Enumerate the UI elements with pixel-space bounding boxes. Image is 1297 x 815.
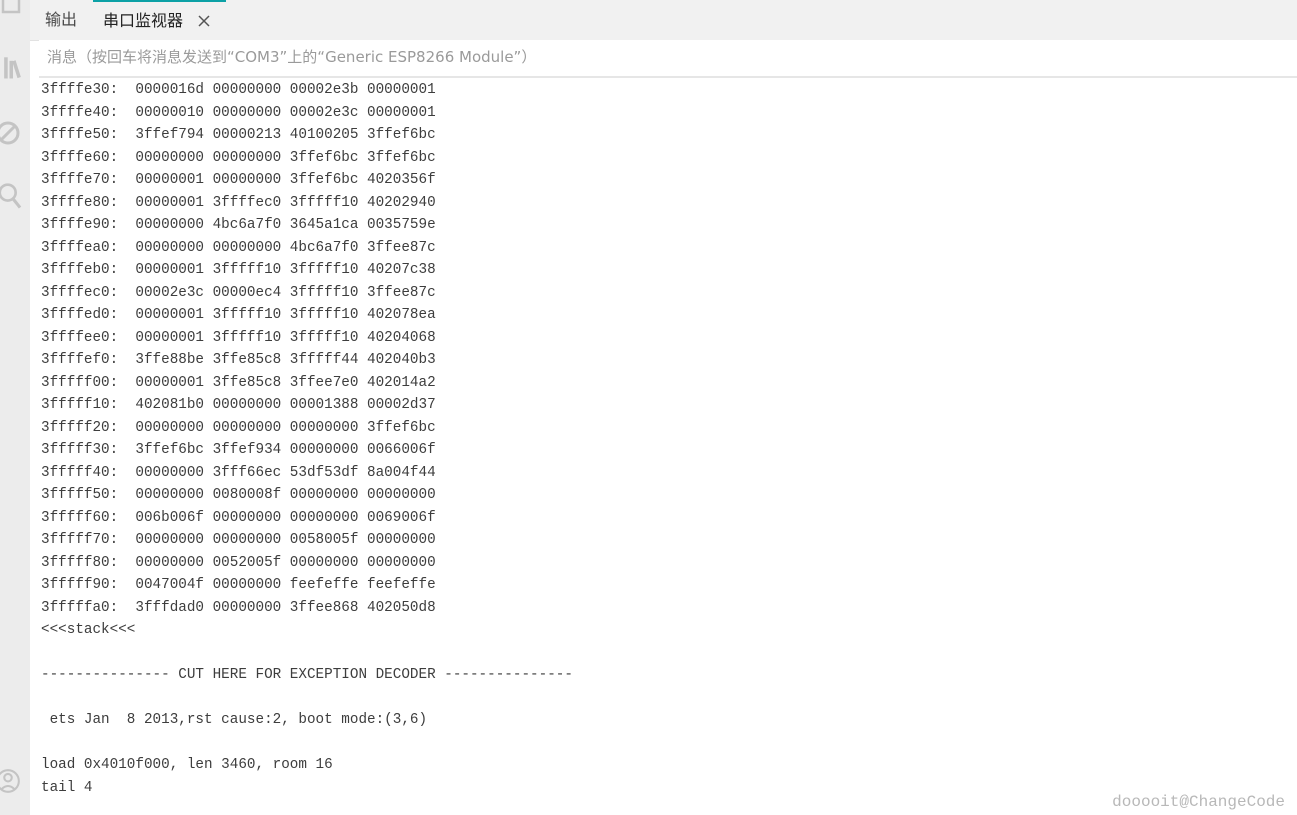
output-line: 3fffff40: 00000000 3fff66ec 53df53df 8a0… — [41, 464, 436, 481]
output-line: 3ffffe40: 00000010 00000000 00002e3c 000… — [41, 104, 436, 121]
output-line: 3ffffed0: 00000001 3fffff10 3fffff10 402… — [41, 307, 436, 323]
output-line: 3ffffee0: 00000001 3fffff10 3fffff10 402… — [41, 329, 436, 346]
output-line: 3fffffa0: 3fffdad0 00000000 3ffee868 402… — [41, 599, 436, 616]
tab-serial-monitor-label: 串口监视器 — [103, 11, 184, 30]
search-icon[interactable] — [0, 182, 26, 212]
output-line: tail 4 — [41, 779, 93, 796]
output-line: load 0x4010f000, len 3460, room 16 — [41, 757, 333, 773]
activity-bar — [0, 0, 30, 815]
watermark: dooooit@ChangeCode — [1112, 793, 1285, 811]
serial-monitor-window: 输出 串口监视器 3ffffe30: 0000016d 00000000 000… — [0, 0, 1297, 815]
output-line: 3ffffe30: 0000016d 00000000 00002e3b 000… — [41, 82, 436, 98]
output-line: 3fffff50: 00000000 0080008f 00000000 000… — [41, 487, 436, 503]
tab-serial-monitor[interactable]: 串口监视器 — [93, 0, 226, 40]
output-line: 3fffff90: 0047004f 00000000 feefeffe fee… — [41, 577, 436, 593]
close-icon[interactable] — [197, 14, 211, 28]
output-line: <<<stack<<< — [41, 622, 136, 638]
output-line: 3fffff80: 00000000 0052005f 00000000 000… — [41, 554, 436, 571]
output-line: 3ffffe80: 00000001 3ffffec0 3fffff10 402… — [41, 194, 436, 211]
output-line: 3ffffeb0: 00000001 3fffff10 3fffff10 402… — [41, 262, 436, 278]
panel-tab-bar: 输出 串口监视器 — [30, 0, 1297, 41]
output-line: --------------- CUT HERE FOR EXCEPTION D… — [41, 667, 573, 683]
tab-output-label: 输出 — [45, 10, 78, 29]
output-line: 3ffffea0: 00000000 00000000 4bc6a7f0 3ff… — [41, 239, 436, 256]
tab-output[interactable]: 输出 — [45, 0, 77, 40]
output-line: 3ffffe70: 00000001 00000000 3ffef6bc 402… — [41, 172, 436, 188]
output-line: 3fffff60: 006b006f 00000000 00000000 006… — [41, 509, 436, 526]
output-line: 3ffffef0: 3ffe88be 3ffe85c8 3fffff44 402… — [41, 352, 436, 368]
output-line: 3fffff00: 00000001 3ffe85c8 3ffee7e0 402… — [41, 374, 436, 391]
account-icon[interactable] — [0, 766, 26, 796]
output-line: 3fffff30: 3ffef6bc 3ffef934 00000000 006… — [41, 442, 436, 458]
message-input[interactable] — [39, 40, 1297, 74]
output-line: 3ffffe60: 00000000 00000000 3ffef6bc 3ff… — [41, 149, 436, 166]
output-line: ets Jan 8 2013,rst cause:2, boot mode:(3… — [41, 712, 428, 728]
serial-output: 3ffffe30: 0000016d 00000000 00002e3b 000… — [41, 79, 1281, 815]
files-icon[interactable] — [0, 0, 26, 30]
debug-icon[interactable] — [0, 118, 26, 148]
output-line: 3ffffe90: 00000000 4bc6a7f0 3645a1ca 003… — [41, 217, 436, 233]
output-line: 3fffff70: 00000000 00000000 0058005f 000… — [41, 532, 436, 548]
output-line: 3fffff10: 402081b0 00000000 00001388 000… — [41, 397, 436, 413]
output-line: 3ffffec0: 00002e3c 00000ec4 3fffff10 3ff… — [41, 284, 436, 301]
message-bar — [39, 40, 1297, 78]
output-line: 3fffff20: 00000000 00000000 00000000 3ff… — [41, 419, 436, 436]
library-icon[interactable] — [0, 52, 26, 82]
output-line: 3ffffe50: 3ffef794 00000213 40100205 3ff… — [41, 127, 436, 143]
